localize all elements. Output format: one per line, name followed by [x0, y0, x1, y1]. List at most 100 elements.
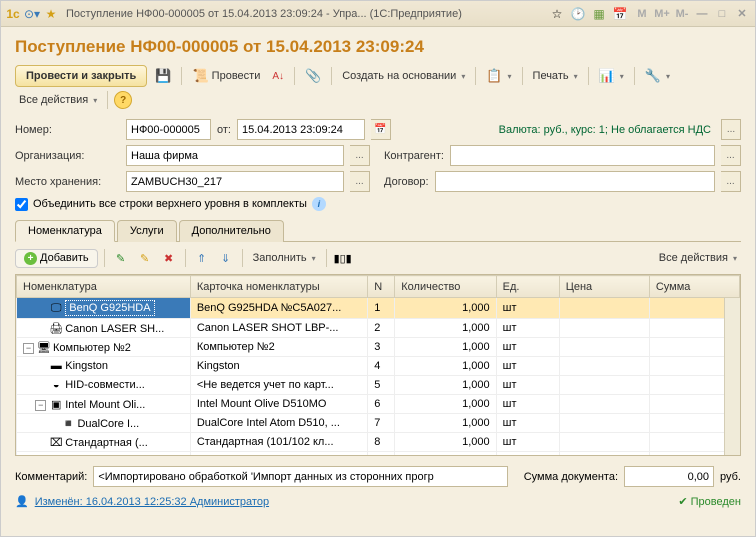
contr-select-button[interactable]: ...	[721, 145, 741, 166]
m-plus-button[interactable]: M+	[653, 6, 671, 22]
changed-link[interactable]: Изменён: 16.04.2013 12:25:32 Администрат…	[35, 496, 269, 508]
create-based-button[interactable]: Создать на основании	[338, 68, 469, 84]
table-row[interactable]: ⌧Стандартная (...Стандартная (101/102 кл…	[17, 433, 740, 452]
table-row[interactable]: Microsoft WindMicrosoft Windows XP Prof9…	[17, 452, 740, 457]
from-label: от:	[217, 124, 231, 136]
edit-button[interactable]: ✎	[111, 248, 131, 268]
org-select-button[interactable]: ...	[350, 145, 370, 166]
chart-icon: 📊	[599, 68, 615, 84]
comment-input[interactable]	[93, 466, 507, 487]
favorite-icon[interactable]: ★	[43, 6, 59, 22]
contract-input[interactable]	[435, 171, 715, 192]
fill-button[interactable]: Заполнить	[249, 250, 320, 266]
page-title: Поступление НФ00-000005 от 15.04.2013 23…	[15, 37, 741, 57]
m-minus-button[interactable]: M-	[673, 6, 691, 22]
check-icon: ✔	[678, 496, 687, 508]
sum-input[interactable]	[624, 466, 714, 487]
close-button[interactable]: ✕	[733, 6, 751, 22]
combine-label: Объединить все строки верхнего уровня в …	[33, 198, 307, 210]
comment-label: Комментарий:	[15, 471, 87, 483]
app-icon: 1с	[5, 6, 21, 22]
date-picker-button[interactable]: 📅	[371, 119, 391, 140]
floppy-icon: 💾	[155, 68, 171, 84]
add-row-button[interactable]: +Добавить	[15, 249, 98, 268]
delete-button[interactable]: ✖	[159, 248, 179, 268]
plus-icon: +	[24, 252, 37, 265]
table-row[interactable]: ◾DualCore I...DualCore Intel Atom D510, …	[17, 414, 740, 433]
contr-label: Контрагент:	[384, 150, 444, 162]
save-button[interactable]: 💾	[151, 66, 175, 86]
tab-nomenclature[interactable]: Номенклатура	[15, 220, 115, 242]
tab-services[interactable]: Услуги	[117, 220, 177, 242]
user-icon: 👤	[15, 495, 29, 508]
column-header[interactable]: Сумма	[649, 276, 739, 298]
attach-button[interactable]: 📎	[301, 66, 325, 86]
clip-icon: 📎	[305, 68, 321, 84]
print-button[interactable]: Печать	[529, 68, 582, 84]
date-input[interactable]	[237, 119, 365, 140]
sum-currency: руб.	[720, 471, 741, 483]
table-row[interactable]: −🖥Компьютер №2Компьютер №231,000шт	[17, 338, 740, 357]
window-titlebar: 1с ⊙▾ ★ Поступление НФ00-000005 от 15.04…	[1, 1, 755, 27]
table-row[interactable]: ▬KingstonKingston41,000шт	[17, 357, 740, 376]
org-label: Организация:	[15, 150, 120, 162]
favorites-icon[interactable]: ☆	[549, 6, 565, 22]
maximize-button[interactable]: □	[713, 6, 731, 22]
column-header[interactable]: N	[368, 276, 395, 298]
nav-dropdown-icon[interactable]: ⊙▾	[24, 6, 40, 22]
wrench-icon: 🔧	[645, 68, 661, 84]
number-label: Номер:	[15, 124, 120, 136]
history-icon[interactable]: 🕑	[570, 6, 586, 22]
column-header[interactable]: Цена	[559, 276, 649, 298]
contract-select-button[interactable]: ...	[721, 171, 741, 192]
combine-checkbox[interactable]	[15, 198, 28, 211]
sort-icon: A↓	[272, 71, 284, 82]
currency-select-button[interactable]: ...	[721, 119, 741, 140]
column-header[interactable]: Ед.	[496, 276, 559, 298]
help-button[interactable]: ?	[114, 91, 132, 109]
table-row[interactable]: ◒HID-совмести...<Не ведется учет по карт…	[17, 376, 740, 395]
move-down-button[interactable]: ⇓	[216, 248, 236, 268]
window-title: Поступление НФ00-000005 от 15.04.2013 23…	[66, 8, 549, 20]
items-table: НоменклатураКарточка номенклатурыNКоличе…	[15, 274, 741, 456]
tab-toolbar: +Добавить ✎ ✎ ✖ ⇑ ⇓ Заполнить ▮▯▮ Все де…	[15, 248, 741, 268]
tab-additional[interactable]: Дополнительно	[179, 220, 284, 242]
column-header[interactable]: Количество	[395, 276, 496, 298]
org-input[interactable]	[126, 145, 344, 166]
post-and-close-button[interactable]: Провести и закрыть	[15, 65, 147, 87]
table-row[interactable]: −▣Intel Mount Oli...Intel Mount Olive D5…	[17, 395, 740, 414]
table-row[interactable]: 🖨Canon LASER SH...Canon LASER SHOT LBP-.…	[17, 319, 740, 338]
barcode-button[interactable]: ▮▯▮	[333, 248, 353, 268]
contract-label: Договор:	[384, 176, 429, 188]
copy-button[interactable]: ✎	[135, 248, 155, 268]
report-button[interactable]: 📋	[482, 66, 515, 86]
vertical-scrollbar[interactable]	[724, 298, 740, 455]
minimize-button[interactable]: —	[693, 6, 711, 22]
number-input[interactable]	[126, 119, 211, 140]
tab-all-actions-button[interactable]: Все действия	[655, 250, 741, 266]
post-icon: 📜	[192, 68, 208, 84]
calc-icon[interactable]: ▦	[591, 6, 607, 22]
sort-button[interactable]: A↓	[268, 69, 288, 84]
main-toolbar: Провести и закрыть 💾 📜Провести A↓ 📎 Созд…	[15, 65, 741, 109]
table-row[interactable]: 🖵BenQ G925HDABenQ G925HDA №C5A027...11,0…	[17, 298, 740, 319]
contr-input[interactable]	[450, 145, 715, 166]
posted-status: Проведен	[691, 496, 741, 508]
storage-label: Место хранения:	[15, 176, 120, 188]
sum-label: Сумма документа:	[524, 471, 618, 483]
calendar-icon[interactable]: 📅	[612, 6, 628, 22]
move-up-button[interactable]: ⇑	[192, 248, 212, 268]
m-button[interactable]: M	[633, 6, 651, 22]
tools-button[interactable]: 🔧	[641, 66, 674, 86]
column-header[interactable]: Номенклатура	[17, 276, 191, 298]
tab-bar: Номенклатура Услуги Дополнительно	[15, 219, 741, 242]
column-header[interactable]: Карточка номенклатуры	[190, 276, 367, 298]
storage-select-button[interactable]: ...	[350, 171, 370, 192]
storage-input[interactable]	[126, 171, 344, 192]
chart-button[interactable]: 📊	[595, 66, 628, 86]
post-button[interactable]: 📜Провести	[188, 66, 264, 86]
info-icon[interactable]: i	[312, 197, 326, 211]
all-actions-button[interactable]: Все действия	[15, 92, 101, 108]
report-icon: 📋	[486, 68, 502, 84]
currency-info: Валюта: руб., курс: 1; Не облагается НДС	[499, 124, 711, 136]
